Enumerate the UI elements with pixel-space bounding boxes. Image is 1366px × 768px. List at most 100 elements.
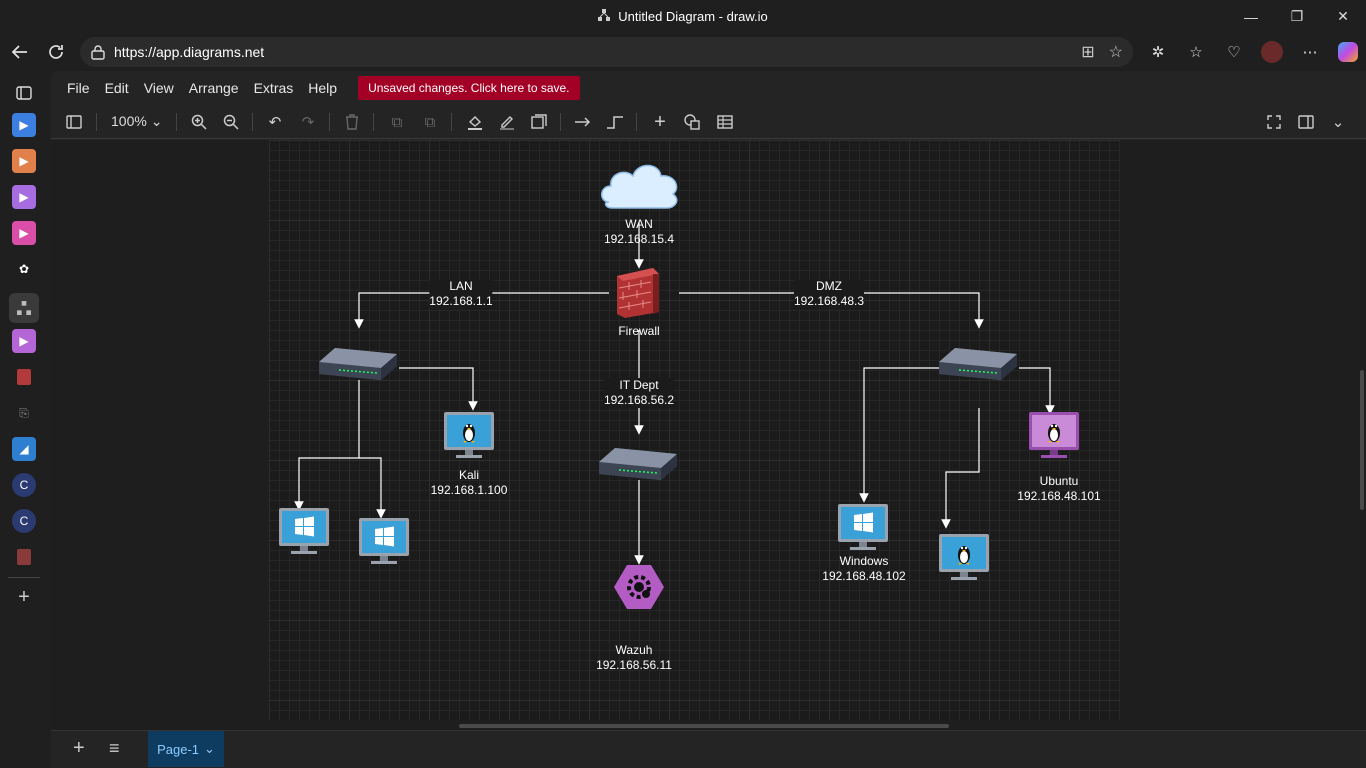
waypoints-icon[interactable]	[604, 111, 626, 133]
firewall-icon	[617, 268, 659, 318]
tab-actions-icon[interactable]	[12, 81, 36, 105]
sidebar-drawio-icon[interactable]	[9, 293, 39, 323]
zoom-out-icon[interactable]	[220, 111, 242, 133]
wan-cloud-icon	[601, 164, 678, 209]
sidebar-app-play-pink-icon[interactable]: ▶	[12, 221, 36, 245]
toolbar: 100% ⌄ ↶ ↷ ⧉ ⧉ + ⌄	[51, 105, 1366, 139]
browser-essentials-icon[interactable]: ♡	[1221, 39, 1247, 65]
diagram-svg	[279, 164, 1079, 609]
window-title: Untitled Diagram - draw.io	[618, 9, 768, 24]
sidebar-pdf2-icon[interactable]	[12, 545, 36, 569]
favorites-icon[interactable]: ☆	[1183, 39, 1209, 65]
page-tab-label: Page-1	[157, 741, 199, 757]
horizontal-scrollbar[interactable]	[459, 724, 949, 728]
browser-sidebar: ▶ ▶ ▶ ▶ ✿ ▶ ⎘ ◢ C C +	[0, 71, 50, 768]
pages-menu-icon[interactable]: ≡	[109, 738, 120, 759]
more-options-icon[interactable]: ⋯	[1297, 39, 1323, 65]
dmz-linux-monitor-icon	[939, 534, 989, 580]
lan-windows-monitor-1-icon	[279, 508, 329, 554]
sidebar-app-play-orange-icon[interactable]: ▶	[12, 149, 36, 173]
browser-toolbar: https://app.diagrams.net ⊞ ☆ ✲ ☆ ♡ ⋯	[0, 33, 1366, 71]
menu-edit[interactable]: Edit	[105, 80, 129, 96]
itdept-label[interactable]: IT Dept 192.168.56.2	[603, 378, 675, 408]
menu-extras[interactable]: Extras	[254, 80, 294, 96]
zoom-dropdown[interactable]: 100% ⌄	[111, 113, 162, 130]
dmz-label[interactable]: DMZ 192.168.48.3	[793, 279, 865, 309]
zoom-in-icon[interactable]	[188, 111, 210, 133]
window-titlebar: Untitled Diagram - draw.io — ❐ ✕	[0, 0, 1366, 33]
menu-view[interactable]: View	[144, 80, 174, 96]
menu-file[interactable]: File	[67, 80, 90, 96]
page-tab[interactable]: Page-1 ⌄	[148, 731, 224, 767]
diagram-page[interactable]: WAN 192.168.15.4 Firewall LAN 192.168.1.…	[269, 140, 1120, 720]
sidebar-app-c2-icon[interactable]: C	[12, 509, 36, 533]
line-color-icon[interactable]	[496, 111, 518, 133]
sidebar-app-blue-icon[interactable]: ◢	[12, 437, 36, 461]
sidebar-add-icon[interactable]: +	[12, 585, 36, 609]
canvas-area[interactable]: WAN 192.168.15.4 Firewall LAN 192.168.1.…	[51, 140, 1366, 730]
ubuntu-monitor-icon	[1029, 412, 1079, 458]
copilot-icon[interactable]	[1335, 39, 1361, 65]
format-panel-icon[interactable]	[1295, 111, 1317, 133]
redo-icon[interactable]: ↷	[297, 111, 319, 133]
site-info-icon[interactable]	[90, 44, 106, 63]
fullscreen-icon[interactable]	[1263, 111, 1285, 133]
vertical-scrollbar[interactable]	[1360, 370, 1364, 510]
dmz-switch-icon	[938, 347, 1018, 381]
insert-plus-icon[interactable]: +	[649, 111, 671, 133]
lan-windows-monitor-2-icon	[359, 518, 409, 564]
add-page-icon[interactable]: +	[73, 737, 85, 760]
fill-color-icon[interactable]	[464, 111, 486, 133]
menu-arrange[interactable]: Arrange	[189, 80, 239, 96]
url-text: https://app.diagrams.net	[114, 44, 265, 60]
format-panel-toggle-icon[interactable]	[63, 111, 85, 133]
dmz-windows-monitor-icon	[838, 504, 888, 550]
address-bar[interactable]: https://app.diagrams.net ⊞ ☆	[80, 37, 1133, 67]
itdept-switch-icon	[598, 447, 678, 481]
unsaved-changes-button[interactable]: Unsaved changes. Click here to save.	[358, 76, 580, 100]
wan-label[interactable]: WAN 192.168.15.4	[604, 217, 674, 247]
to-back-icon[interactable]: ⧉	[419, 111, 441, 133]
app-available-icon[interactable]: ⊞	[1081, 42, 1094, 62]
lan-label[interactable]: LAN 192.168.1.1	[429, 279, 493, 309]
kali-label[interactable]: Kali 192.168.1.100	[431, 468, 508, 498]
ubuntu-label[interactable]: Ubuntu 192.168.48.101	[1017, 474, 1100, 504]
refresh-icon[interactable]	[38, 36, 74, 68]
shadow-icon[interactable]	[528, 111, 550, 133]
page-bar: + ≡ Page-1 ⌄	[51, 730, 1366, 768]
drawio-app: File Edit View Arrange Extras Help Unsav…	[51, 71, 1366, 768]
favorite-star-icon[interactable]: ☆	[1109, 42, 1123, 62]
lan-switch-icon	[318, 347, 398, 381]
sidebar-app-play-purple-icon[interactable]: ▶	[12, 329, 36, 353]
menu-help[interactable]: Help	[308, 80, 337, 96]
shapes-icon[interactable]	[681, 111, 703, 133]
connectors	[294, 222, 1055, 565]
connection-arrow-icon[interactable]	[572, 111, 594, 133]
kali-monitor-icon	[444, 412, 494, 458]
sidebar-document-icon[interactable]: ⎘	[12, 401, 36, 425]
sidebar-openai-icon[interactable]: ✿	[12, 257, 36, 281]
drawio-app-icon	[598, 9, 611, 24]
profile-avatar[interactable]	[1259, 39, 1285, 65]
minimize-button[interactable]: —	[1228, 0, 1274, 33]
extensions-icon[interactable]: ✲	[1145, 39, 1171, 65]
windows-label[interactable]: Windows 192.168.48.102	[822, 554, 905, 584]
table-icon[interactable]	[714, 111, 736, 133]
close-window-button[interactable]: ✕	[1320, 0, 1366, 33]
wazuh-label[interactable]: Wazuh 192.168.56.11	[596, 643, 672, 673]
firewall-label[interactable]: Firewall	[618, 324, 659, 339]
chevron-down-icon: ⌄	[204, 741, 215, 756]
sidebar-pdf-icon[interactable]	[12, 365, 36, 389]
sidebar-app-play-blue-icon[interactable]: ▶	[12, 113, 36, 137]
to-front-icon[interactable]: ⧉	[386, 111, 408, 133]
sidebar-app-c-icon[interactable]: C	[12, 473, 36, 497]
back-arrow-icon[interactable]	[2, 36, 38, 68]
chevron-down-icon: ⌄	[150, 113, 163, 129]
sidebar-app-play-violet-icon[interactable]: ▶	[12, 185, 36, 209]
wazuh-gear-icon	[614, 565, 664, 609]
delete-icon[interactable]	[341, 111, 363, 133]
menu-bar: File Edit View Arrange Extras Help Unsav…	[51, 71, 1366, 105]
undo-icon[interactable]: ↶	[264, 111, 286, 133]
collapse-toolbar-chevron-icon[interactable]: ⌄	[1327, 111, 1349, 133]
maximize-button[interactable]: ❐	[1274, 0, 1320, 33]
